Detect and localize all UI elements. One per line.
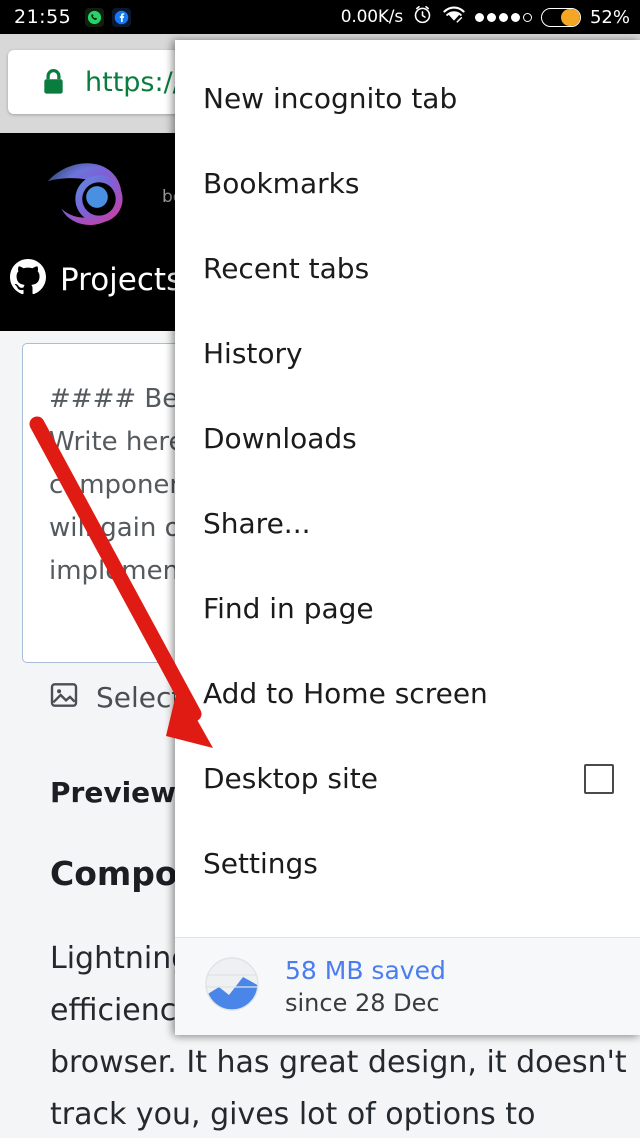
- menu-item-label: Add to Home screen: [203, 677, 488, 710]
- menu-item-new-incognito-tab[interactable]: New incognito tab: [175, 56, 640, 141]
- status-notification-icons: [85, 7, 132, 27]
- menu-item-label: Recent tabs: [203, 252, 370, 285]
- padlock-icon: [40, 67, 67, 97]
- signal-dot-filled: [486, 12, 496, 22]
- menu-item-bookmarks[interactable]: Bookmarks: [175, 141, 640, 226]
- menu-item-history[interactable]: History: [175, 311, 640, 396]
- data-saver-text: 58 MB saved since 28 Dec: [285, 956, 446, 1017]
- wifi-icon: [442, 4, 466, 30]
- signal-dot-filled: [474, 12, 484, 22]
- github-icon: [10, 259, 46, 300]
- battery-percent-label: 52%: [589, 6, 630, 28]
- menu-item-label: History: [203, 337, 303, 370]
- menu-item-label: Downloads: [203, 422, 357, 455]
- status-bar: 21:55 0.00K/s 52%: [0, 0, 640, 34]
- menu-item-add-to-home-screen[interactable]: Add to Home screen: [175, 651, 640, 736]
- menu-item-recent-tabs[interactable]: Recent tabs: [175, 226, 640, 311]
- menu-item-label: Desktop site: [203, 762, 378, 795]
- signal-strength-dots: [474, 12, 532, 22]
- menu-item-label: Bookmarks: [203, 167, 360, 200]
- menu-item-list: New incognito tab Bookmarks Recent tabs His…: [175, 40, 640, 991]
- menu-item-settings[interactable]: Settings: [175, 821, 640, 906]
- status-clock: 21:55: [14, 6, 72, 28]
- image-icon: [48, 679, 80, 716]
- projects-label: Projects: [60, 261, 183, 298]
- signal-dot-filled: [498, 12, 508, 22]
- browser-overflow-menu: New incognito tab Bookmarks Recent tabs His…: [175, 40, 640, 1035]
- facebook-icon: [112, 7, 132, 27]
- menu-item-label: Settings: [203, 847, 318, 880]
- data-saved-amount: 58 MB saved: [285, 956, 446, 985]
- signal-dot-empty: [522, 12, 532, 22]
- menu-item-label: New incognito tab: [203, 82, 458, 115]
- menu-item-label: Share...: [203, 507, 311, 540]
- desktop-site-checkbox[interactable]: [584, 763, 614, 794]
- menu-item-find-in-page[interactable]: Find in page: [175, 566, 640, 651]
- status-right-icons: 0.00K/s 52%: [341, 4, 630, 30]
- battery-icon: [540, 7, 581, 27]
- menu-item-share[interactable]: Share...: [175, 481, 640, 566]
- whatsapp-icon: [85, 7, 105, 27]
- menu-item-downloads[interactable]: Downloads: [175, 396, 640, 481]
- projects-link[interactable]: Projects: [10, 259, 182, 300]
- alarm-icon: [412, 4, 433, 30]
- signal-dot-filled: [510, 12, 520, 22]
- menu-item-desktop-site[interactable]: Desktop site: [175, 736, 640, 821]
- data-saved-since: since 28 Dec: [285, 989, 440, 1017]
- screen: 21:55 0.00K/s 52% https://u Projects ###…: [0, 0, 640, 1138]
- network-speed-label: 0.00K/s: [340, 7, 403, 27]
- data-saver-footer[interactable]: 58 MB saved since 28 Dec: [175, 937, 640, 1035]
- data-saver-chart-icon: [205, 957, 259, 1016]
- menu-item-label: Find in page: [203, 592, 374, 625]
